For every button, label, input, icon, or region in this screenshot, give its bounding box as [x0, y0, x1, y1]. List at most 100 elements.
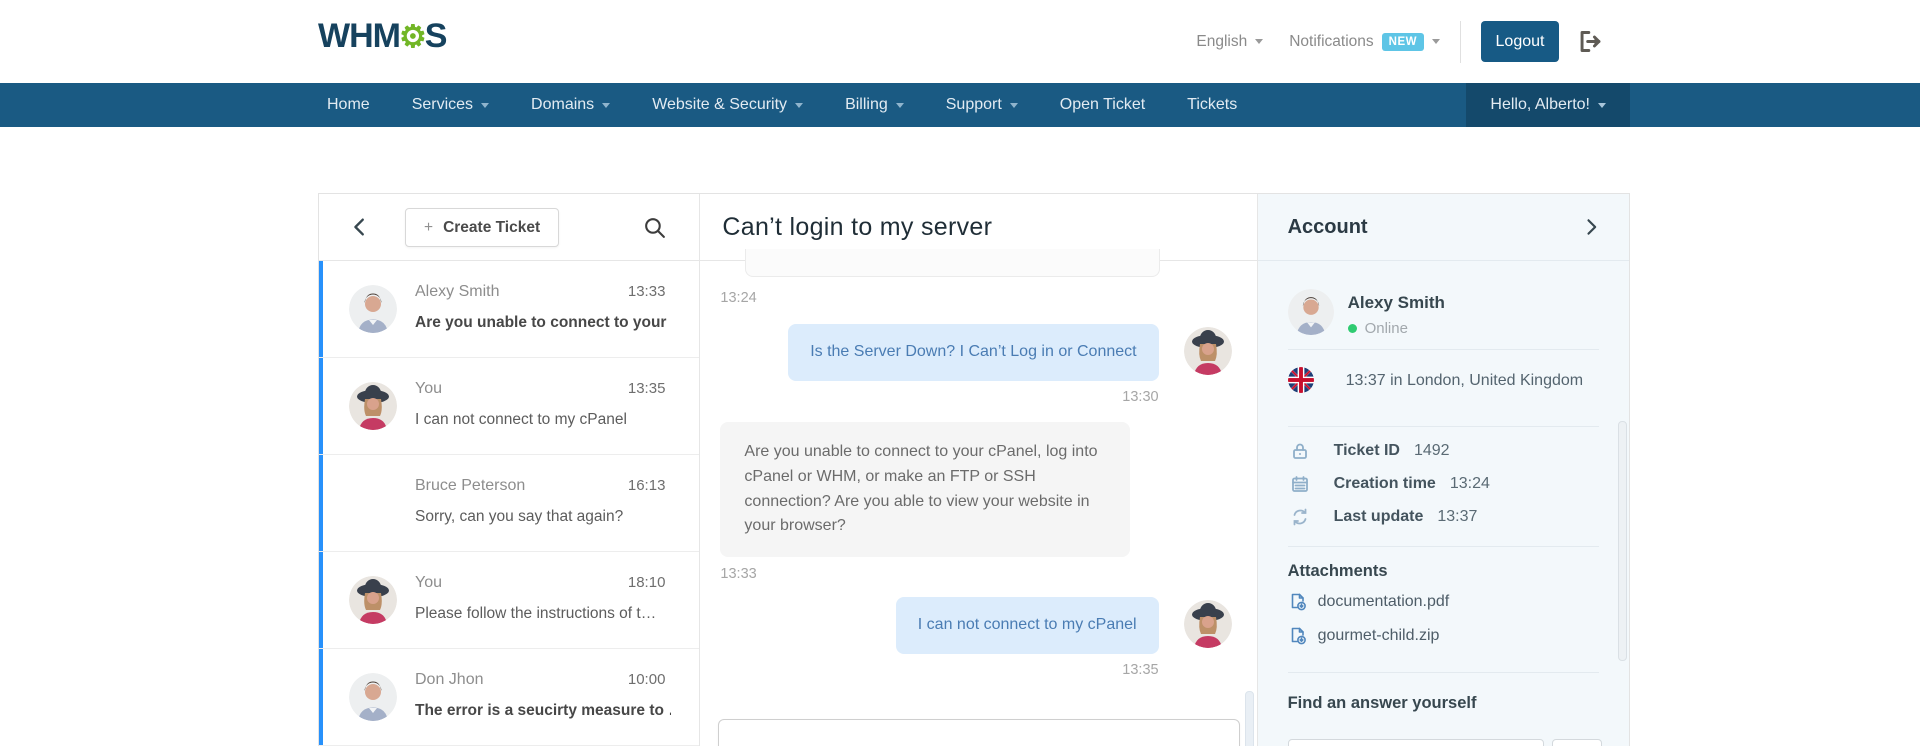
ticket-item[interactable]: You 13:35 I can not connect to my cPanel	[319, 358, 699, 455]
knowledgebase-search-button[interactable]	[1552, 739, 1602, 746]
header-utilities: English Notifications NEW Logout	[1196, 0, 1604, 83]
nav-item-domains[interactable]: Domains	[510, 83, 631, 127]
notifications-menu[interactable]: Notifications NEW	[1289, 33, 1440, 51]
message-time: 13:30	[1122, 389, 1158, 405]
ticket-sender: You	[415, 574, 442, 592]
avatar	[1184, 600, 1232, 648]
message-time: 13:24	[720, 290, 756, 306]
unread-indicator	[319, 649, 323, 745]
refresh-icon	[1290, 507, 1310, 527]
status-label: Online	[1365, 320, 1408, 337]
ticket-sender: Alexy Smith	[415, 283, 499, 301]
notifications-label: Notifications	[1289, 33, 1373, 51]
plus-icon: +	[424, 219, 433, 237]
message-bubble-received: Are you unable to connect to your cPanel…	[720, 422, 1130, 557]
nav-item-open-ticket[interactable]: Open Ticket	[1039, 83, 1166, 127]
ticket-time: 13:33	[628, 283, 666, 300]
ticket-preview: Please follow the instructions of t…	[415, 605, 671, 623]
ticket-list-header: + Create Ticket	[319, 194, 699, 261]
unread-indicator	[319, 261, 323, 357]
unread-indicator	[319, 455, 323, 551]
search-icon[interactable]	[642, 215, 667, 240]
detail-value: 1492	[1414, 442, 1450, 460]
message-time: 13:33	[720, 566, 756, 582]
chat-scrollbar[interactable]	[1245, 691, 1254, 746]
account-panel: Account Alexy Smith Online	[1258, 194, 1629, 746]
chevron-down-icon	[795, 103, 803, 108]
nav-item-website-security[interactable]: Website & Security	[631, 83, 824, 127]
ticket-item[interactable]: You 18:10 Please follow the instructions…	[319, 552, 699, 649]
message-bubble-sent: Is the Server Down? I Can’t Log in or Co…	[788, 324, 1158, 381]
ticket-list: Alexy Smith 13:33 Are you unable to conn…	[319, 261, 699, 746]
chevron-down-icon	[602, 103, 610, 108]
chevron-down-icon	[1432, 39, 1440, 44]
nav-item-home[interactable]: Home	[306, 83, 391, 127]
user-menu[interactable]: Hello, Alberto!	[1466, 83, 1630, 127]
logo-text-s: S	[425, 17, 447, 56]
whmcs-logo[interactable]: WHM⚙S	[318, 17, 446, 56]
create-ticket-label: Create Ticket	[443, 219, 540, 237]
forward-icon[interactable]	[1581, 217, 1601, 237]
lock-icon	[1290, 441, 1310, 461]
detail-label: Ticket ID	[1334, 442, 1400, 460]
nav-item-support[interactable]: Support	[925, 83, 1039, 127]
file-download-icon	[1288, 592, 1308, 612]
account-status: Online	[1348, 320, 1408, 337]
ticket-preview: The error is a seucirty measure to …	[415, 702, 671, 720]
reply-input[interactable]	[718, 719, 1240, 746]
chevron-down-icon	[1010, 103, 1018, 108]
chat-lines-icon	[349, 479, 397, 527]
ticket-sender: Don Jhon	[415, 671, 484, 689]
avatar	[349, 576, 397, 624]
exit-icon[interactable]	[1577, 28, 1604, 55]
ticket-preview: Are you unable to connect to your …	[415, 314, 671, 332]
ticket-list-panel: + Create Ticket Alexy Smith 13:33 Are yo…	[319, 194, 700, 746]
calendar-icon	[1290, 474, 1310, 494]
account-title: Account	[1288, 216, 1368, 239]
back-icon[interactable]	[349, 216, 371, 238]
greeting-label: Hello, Alberto!	[1490, 96, 1590, 114]
create-ticket-button[interactable]: + Create Ticket	[405, 208, 559, 247]
ticket-item[interactable]: Bruce Peterson 16:13 Sorry, can you say …	[319, 455, 699, 552]
divider	[1288, 672, 1599, 673]
account-header: Account	[1258, 194, 1629, 261]
ticket-sender: Bruce Peterson	[415, 477, 525, 495]
nav-item-services[interactable]: Services	[391, 83, 510, 127]
message-bubble-partial	[745, 249, 1160, 277]
chevron-down-icon	[896, 103, 904, 108]
attachment-item[interactable]: gourmet-child.zip	[1288, 626, 1440, 646]
unread-indicator	[319, 358, 323, 454]
ticket-item[interactable]: Alexy Smith 13:33 Are you unable to conn…	[319, 261, 699, 358]
ticket-time: 18:10	[628, 574, 666, 591]
logo-gear-icon: ⚙	[399, 21, 426, 52]
uk-flag-icon	[1288, 367, 1314, 393]
nav-item-tickets[interactable]: Tickets	[1166, 83, 1258, 127]
attachment-name: gourmet-child.zip	[1318, 627, 1440, 645]
file-download-icon	[1288, 626, 1308, 646]
logout-button[interactable]: Logout	[1481, 21, 1559, 62]
divider	[1288, 546, 1599, 547]
attachment-item[interactable]: documentation.pdf	[1288, 592, 1450, 612]
detail-value: 13:24	[1450, 475, 1490, 493]
account-scrollbar[interactable]	[1618, 421, 1627, 661]
main-navigation: Home Services Domains Website & Security…	[0, 83, 1920, 127]
ticket-time: 10:00	[628, 671, 666, 688]
avatar	[349, 285, 397, 333]
attachments-heading: Attachments	[1288, 562, 1388, 581]
knowledgebase-search-input[interactable]	[1288, 739, 1544, 746]
avatar	[349, 673, 397, 721]
new-badge: NEW	[1382, 33, 1424, 51]
language-selector[interactable]: English	[1196, 33, 1263, 51]
nav-item-billing[interactable]: Billing	[824, 83, 925, 127]
detail-label: Last update	[1334, 508, 1424, 526]
detail-value: 13:37	[1437, 508, 1477, 526]
top-header: WHM⚙S English Notifications NEW Logout	[0, 0, 1920, 83]
local-time: 13:37 in London, United Kingdom	[1346, 372, 1584, 390]
ticket-preview: Sorry, can you say that again?	[415, 508, 671, 526]
logo-text-whm: WHM	[318, 17, 400, 56]
ticket-sender: You	[415, 380, 442, 398]
ticket-item[interactable]: Don Jhon 10:00 The error is a seucirty m…	[319, 649, 699, 746]
ticket-workspace: + Create Ticket Alexy Smith 13:33 Are yo…	[318, 193, 1630, 746]
ticket-time: 13:35	[628, 380, 666, 397]
detail-label: Creation time	[1334, 475, 1436, 493]
